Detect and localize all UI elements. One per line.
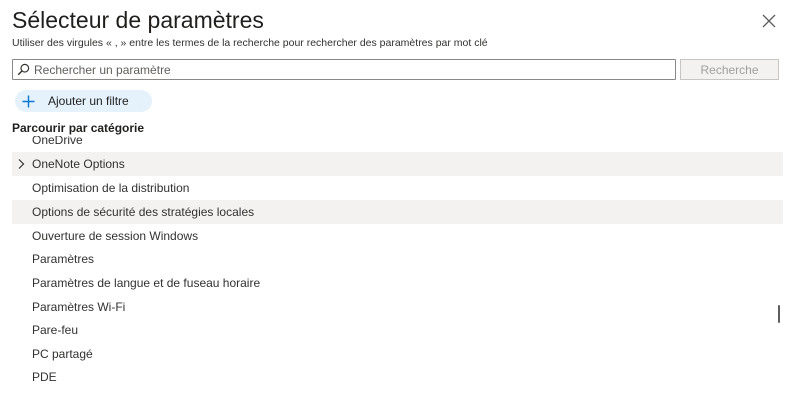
dialog-subtitle: Utiliser des virgules « , » entre les te…	[12, 37, 488, 49]
category-list: OneDrive OneNote Options Optimisation de…	[12, 136, 784, 403]
browse-heading: Parcourir par catégorie	[12, 121, 145, 135]
category-item-onenote-options[interactable]: OneNote Options	[12, 152, 783, 176]
category-item-pc-partage[interactable]: PC partagé	[12, 342, 783, 366]
search-icon	[16, 63, 30, 77]
add-filter-button[interactable]: Ajouter un filtre	[15, 90, 152, 112]
category-item-label: Optimisation de la distribution	[32, 181, 190, 195]
category-item-label: Paramètres Wi-Fi	[32, 300, 126, 314]
category-item-label: Paramètres	[32, 252, 95, 266]
category-item-options-securite[interactable]: Options de sécurité des stratégies local…	[12, 200, 783, 224]
category-item-label: Pare-feu	[32, 323, 79, 337]
category-item-label: Paramètres de langue et de fuseau horair…	[32, 276, 261, 290]
category-item-langue-fuseau[interactable]: Paramètres de langue et de fuseau horair…	[12, 271, 783, 295]
chevron-right-icon[interactable]	[16, 158, 26, 170]
close-icon	[762, 14, 776, 28]
category-item-label: OneNote Options	[32, 157, 125, 171]
category-item-wifi[interactable]: Paramètres Wi-Fi	[12, 295, 783, 319]
search-input[interactable]	[30, 61, 675, 78]
list-scrollbar[interactable]	[778, 305, 780, 323]
category-item-label: Options de sécurité des stratégies local…	[32, 205, 255, 219]
list-item-clipped[interactable]: OneDrive	[32, 136, 83, 147]
dialog-title: Sélecteur de paramètres	[12, 7, 264, 33]
category-item-pare-feu[interactable]: Pare-feu	[12, 318, 783, 342]
close-button[interactable]	[758, 10, 780, 32]
category-item-ouverture-session[interactable]: Ouverture de session Windows	[12, 224, 783, 248]
search-button[interactable]: Recherche	[680, 59, 779, 80]
category-item-parametres[interactable]: Paramètres	[12, 247, 783, 271]
search-box[interactable]	[12, 59, 676, 80]
category-item-optimisation[interactable]: Optimisation de la distribution	[12, 176, 783, 200]
category-item-label: PDE	[32, 370, 57, 384]
add-filter-label: Ajouter un filtre	[48, 94, 129, 108]
category-item-pde[interactable]: PDE	[12, 365, 783, 389]
plus-icon	[21, 94, 35, 108]
category-item-label: PC partagé	[32, 347, 93, 361]
category-item-label: Ouverture de session Windows	[32, 229, 199, 243]
